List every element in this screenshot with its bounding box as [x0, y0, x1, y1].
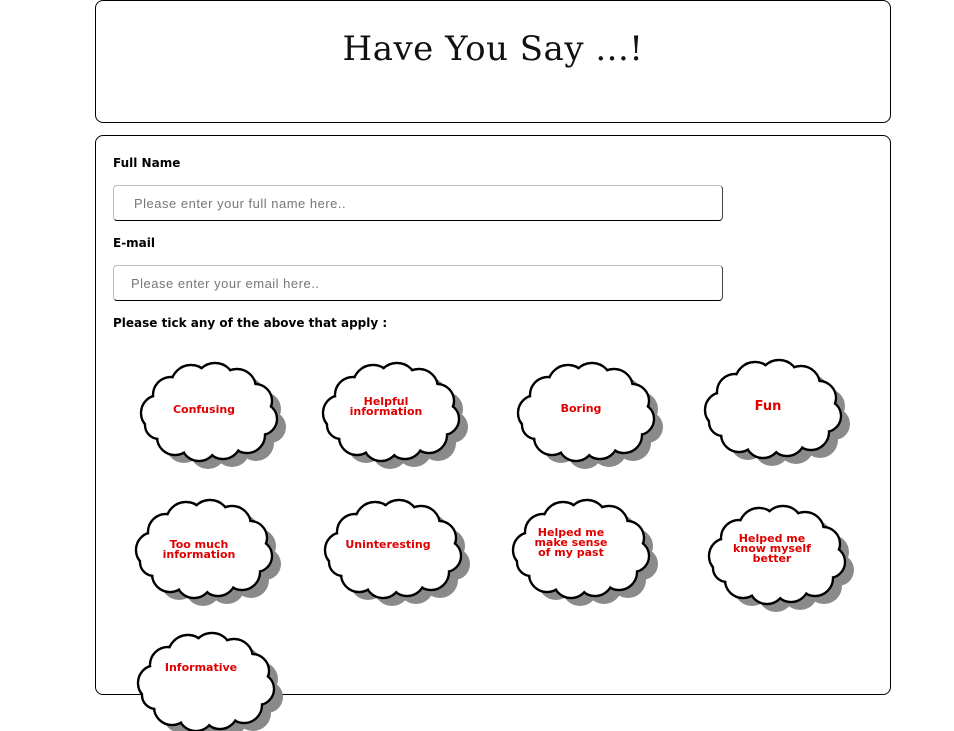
full-name-label: Full Name — [113, 156, 181, 170]
option-helped-me-know-myself[interactable]: Helped me know myself better — [697, 504, 857, 612]
option-label: Informative — [164, 661, 238, 674]
option-label: Helped me know myself better — [733, 532, 811, 565]
option-uninteresting[interactable]: Uninteresting — [313, 498, 473, 606]
option-helpful-information[interactable]: Helpful information — [311, 361, 471, 469]
option-label: Boring — [560, 402, 602, 415]
page-title: Have You Say ...! — [342, 29, 644, 69]
tick-prompt: Please tick any of the above that apply … — [113, 316, 388, 330]
cloud-shape — [136, 631, 283, 731]
option-label: Helped me make sense of my past — [534, 526, 608, 559]
option-fun[interactable]: Fun — [693, 358, 853, 466]
option-boring[interactable]: Boring — [506, 361, 666, 469]
option-label: Fun — [754, 399, 782, 414]
option-label: Too much information — [162, 538, 236, 561]
option-label: Uninteresting — [345, 538, 431, 551]
option-label: Helpful information — [349, 395, 423, 418]
feedback-form: Full Name E-mail Please tick any of the … — [95, 135, 891, 731]
email-input[interactable] — [113, 265, 723, 301]
full-name-input[interactable] — [113, 185, 723, 221]
email-label: E-mail — [113, 236, 156, 250]
option-helped-me-make-sense[interactable]: Helped me make sense of my past — [501, 498, 661, 606]
option-label: Confusing — [172, 403, 236, 416]
option-informative[interactable]: Informative — [126, 631, 286, 731]
option-too-much-information[interactable]: Too much information — [124, 498, 284, 606]
header-panel: Have You Say ...! — [95, 0, 891, 123]
option-confusing[interactable]: Confusing — [129, 361, 289, 469]
